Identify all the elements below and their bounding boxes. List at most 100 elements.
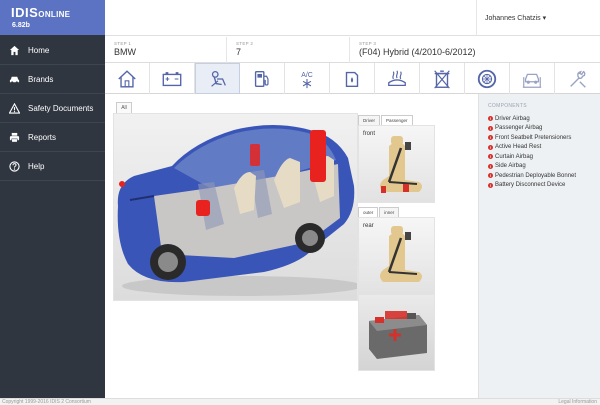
sidebar-item-label: Reports — [28, 132, 57, 142]
wrench-icon — [569, 70, 586, 88]
app-version: 6.82b — [12, 22, 30, 29]
step-model[interactable]: STEP 2 7 — [227, 37, 350, 63]
heated-window-icon — [388, 70, 406, 86]
battery-icon — [162, 71, 182, 86]
front-seat-panel: Driver Passenger front — [358, 115, 435, 203]
step-variant[interactable]: STEP 3 (F04) Hybrid (4/2010-6/2012) — [350, 37, 600, 63]
recycling-bin-icon — [434, 69, 450, 89]
sidebar-item-reports[interactable]: Reports — [0, 123, 105, 152]
tool-airbags[interactable] — [195, 63, 240, 94]
user-menu[interactable]: Johannes Chatzis ▾ — [485, 14, 546, 22]
vehicle-3d-view[interactable] — [113, 113, 358, 301]
main-content: All Driver Passenger front outer inner r… — [105, 94, 478, 398]
seat-caption-rear: rear — [363, 223, 374, 229]
step-brand[interactable]: STEP 1 BMW — [105, 37, 227, 63]
tool-disposal[interactable] — [420, 63, 465, 94]
info-icon: ! — [488, 116, 493, 122]
app-logo[interactable]: IDISONLINE 6.82b — [0, 0, 105, 35]
sidebar: IDISONLINE 6.82b Home Brands Safety Docu… — [0, 0, 105, 398]
warning-icon — [9, 102, 20, 114]
component-front-seatbelt-pretensioners[interactable]: ! Front Seatbelt Pretensioners — [488, 133, 600, 143]
footer: Copyright 1999-2016 IDIS 2 Consortium Le… — [0, 398, 600, 405]
tab-outer[interactable]: outer — [358, 207, 379, 217]
step-label: STEP 2 — [236, 41, 254, 46]
sidebar-item-help[interactable]: Help — [0, 152, 105, 181]
fuel-tank-icon — [345, 71, 359, 87]
component-label: Curtain Airbag — [495, 153, 534, 160]
tool-air-conditioning[interactable]: A/C — [285, 63, 330, 94]
component-label: Battery Disconnect Device — [495, 182, 566, 189]
lift-icon — [522, 73, 542, 88]
component-active-head-rest[interactable]: ! Active Head Rest — [488, 143, 600, 153]
car-illustration — [117, 125, 357, 296]
info-icon: ! — [488, 125, 493, 131]
sidebar-item-label: Help — [28, 161, 45, 171]
components-heading: COMPONENTS — [488, 103, 527, 109]
tool-fuel-tank[interactable] — [330, 63, 375, 94]
sidebar-item-brands[interactable]: Brands — [0, 65, 105, 94]
component-label: Active Head Rest — [495, 144, 542, 151]
user-area: Johannes Chatzis ▾ — [476, 0, 600, 36]
copyright: Copyright 1999-2016 IDIS 2 Consortium — [2, 399, 91, 405]
tab-inner[interactable]: inner — [379, 207, 400, 217]
home-icon — [9, 45, 20, 56]
component-battery-disconnect-device[interactable]: ! Battery Disconnect Device — [488, 181, 600, 191]
sidebar-item-safety-documents[interactable]: Safety Documents — [0, 94, 105, 123]
component-passenger-airbag[interactable]: ! Passenger Airbag — [488, 124, 600, 134]
tool-general[interactable] — [105, 63, 150, 94]
front-seat-view[interactable]: front — [358, 125, 435, 203]
tab-all[interactable]: All — [116, 102, 132, 113]
component-label: Driver Airbag — [495, 115, 530, 122]
tool-fuel[interactable] — [240, 63, 285, 94]
airbag-tools-icon — [210, 70, 226, 87]
component-label: Passenger Airbag — [495, 125, 543, 132]
info-icon: ! — [488, 135, 493, 141]
rear-seat-illustration — [380, 226, 422, 282]
sidebar-item-label: Brands — [28, 74, 54, 84]
tire-icon — [477, 69, 497, 88]
component-label: Side Airbag — [495, 163, 526, 170]
help-icon — [9, 160, 20, 172]
car-icon — [9, 74, 20, 85]
step-label: STEP 1 — [114, 41, 132, 46]
tool-lifting[interactable] — [510, 63, 555, 94]
rear-seat-panel: outer inner rear — [358, 207, 435, 295]
category-toolbar: A/C — [105, 63, 600, 94]
info-icon: ! — [488, 163, 493, 169]
fuel-pump-icon — [254, 70, 269, 87]
tool-heated-window[interactable] — [375, 63, 420, 94]
info-icon: ! — [488, 173, 493, 179]
tool-battery[interactable] — [150, 63, 195, 94]
battery-view[interactable] — [358, 294, 435, 371]
component-curtain-airbag[interactable]: ! Curtain Airbag — [488, 152, 600, 162]
component-driver-airbag[interactable]: ! Driver Airbag — [488, 114, 600, 124]
components-panel: COMPONENTS ! Driver Airbag ! Passenger Air… — [478, 94, 600, 398]
info-icon: ! — [488, 154, 493, 160]
tool-tires[interactable] — [465, 63, 510, 94]
sidebar-item-label: Safety Documents — [28, 103, 94, 113]
front-seat-illustration — [380, 136, 422, 193]
seat-caption-front: front — [363, 131, 376, 137]
rear-seat-view[interactable]: rear — [358, 217, 435, 295]
component-pedestrian-deployable-bonnet[interactable]: ! Pedestrian Deployable Bonnet — [488, 171, 600, 181]
air-conditioning-icon: A/C — [301, 72, 313, 88]
info-icon: ! — [488, 144, 493, 150]
component-side-airbag[interactable]: ! Side Airbag — [488, 162, 600, 172]
step-label: STEP 3 — [359, 41, 377, 46]
component-label: Pedestrian Deployable Bonnet — [495, 172, 577, 179]
tab-passenger[interactable]: Passenger — [381, 115, 413, 125]
ac-label: A/C — [301, 72, 312, 79]
sidebar-item-home[interactable]: Home — [0, 36, 105, 65]
sidebar-item-label: Home — [28, 45, 50, 55]
print-icon — [9, 132, 20, 143]
step-value: (F04) Hybrid (4/2010-6/2012) — [359, 47, 476, 57]
battery-illustration — [369, 311, 427, 359]
tool-repair[interactable] — [555, 63, 600, 94]
legal-information-link[interactable]: Legal Information — [558, 399, 597, 405]
step-value: 7 — [236, 47, 242, 57]
logo-small: ONLINE — [38, 10, 71, 19]
tab-driver[interactable]: Driver — [358, 115, 380, 125]
vehicle-steps: STEP 1 BMW STEP 2 7 STEP 3 (F04) Hybrid … — [105, 37, 600, 63]
logo-main: IDIS — [11, 5, 39, 20]
component-label: Front Seatbelt Pretensioners — [495, 134, 572, 141]
